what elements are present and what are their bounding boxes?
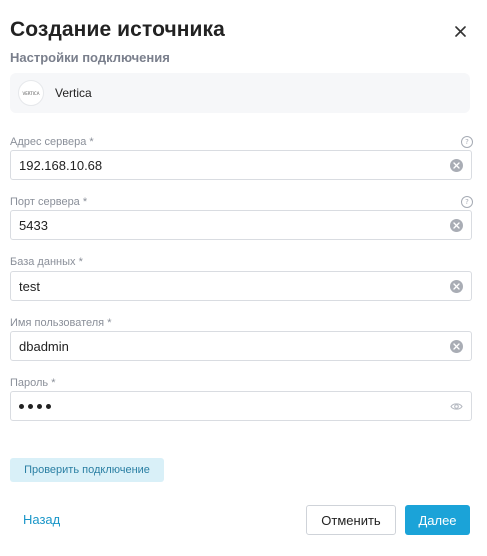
- username-value: dbadmin: [19, 339, 69, 354]
- source-card: VERTICA Vertica: [10, 73, 470, 113]
- section-subtitle: Настройки подключения: [10, 50, 170, 65]
- database-value: test: [19, 279, 40, 294]
- clear-icon[interactable]: [450, 340, 463, 353]
- database-label: База данных *: [10, 256, 83, 268]
- clear-icon[interactable]: [450, 280, 463, 293]
- server-port-value: 5433: [19, 218, 48, 233]
- vertica-logo: VERTICA: [18, 80, 44, 106]
- source-name: Vertica: [55, 86, 92, 100]
- help-icon[interactable]: ?: [461, 136, 473, 148]
- password-dot: [37, 404, 42, 409]
- cancel-button[interactable]: Отменить: [306, 505, 396, 535]
- server-address-label: Адрес сервера *: [10, 136, 94, 148]
- clear-icon[interactable]: [450, 159, 463, 172]
- next-button[interactable]: Далее: [405, 505, 470, 535]
- server-address-value: 192.168.10.68: [19, 158, 103, 173]
- password-input[interactable]: [10, 391, 472, 421]
- eye-icon[interactable]: [450, 400, 463, 418]
- database-input[interactable]: test: [10, 271, 472, 301]
- close-button[interactable]: [451, 22, 469, 40]
- back-link[interactable]: Назад: [23, 512, 60, 527]
- help-icon[interactable]: ?: [461, 196, 473, 208]
- password-mask: [19, 404, 51, 409]
- password-label: Пароль *: [10, 377, 56, 389]
- close-icon: [454, 25, 466, 37]
- check-connection-button[interactable]: Проверить подключение: [10, 458, 164, 482]
- username-label: Имя пользователя *: [10, 317, 112, 329]
- server-address-input[interactable]: 192.168.10.68: [10, 150, 472, 180]
- username-input[interactable]: dbadmin: [10, 331, 472, 361]
- dialog-title: Создание источника: [10, 18, 225, 41]
- password-dot: [46, 404, 51, 409]
- clear-icon[interactable]: [450, 219, 463, 232]
- password-dot: [28, 404, 33, 409]
- server-port-label: Порт сервера *: [10, 196, 88, 208]
- server-port-input[interactable]: 5433: [10, 210, 472, 240]
- password-dot: [19, 404, 24, 409]
